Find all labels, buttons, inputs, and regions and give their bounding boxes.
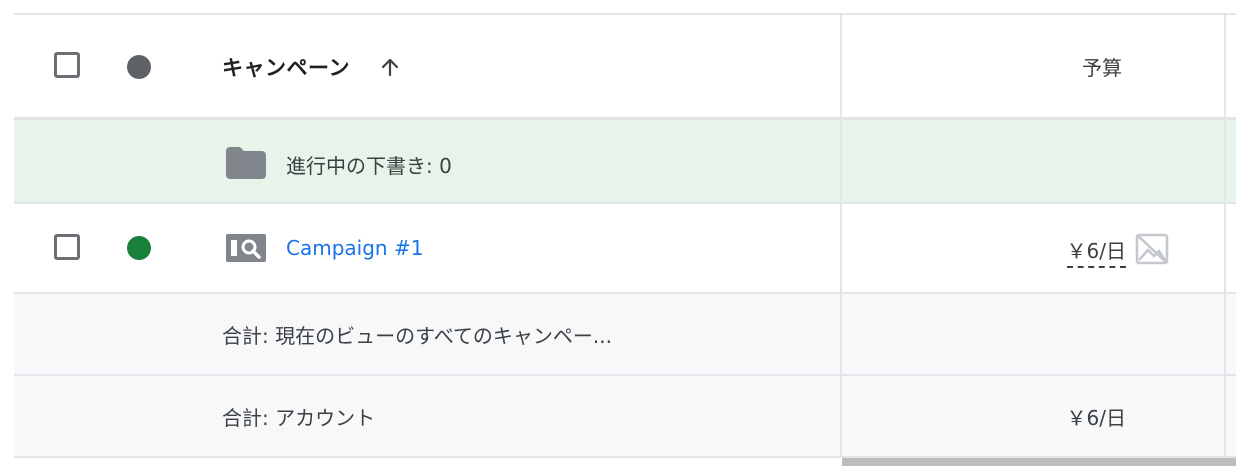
column-divider[interactable] <box>1224 15 1226 458</box>
campaign-column-header[interactable]: キャンペーン <box>222 52 350 82</box>
drafts-label[interactable]: 進行中の下書き: 0 <box>286 150 452 179</box>
total-account-label: 合計: アカウント <box>222 406 376 430</box>
campaigns-table: キャンペーン 予算 進行中の下書き: 0 Campaign #1 ￥6/日 合計… <box>0 0 1236 466</box>
search-campaign-icon <box>226 234 266 262</box>
campaign-row-checkbox[interactable] <box>54 234 80 260</box>
total-account-row <box>14 376 1236 458</box>
table-row <box>14 204 1236 294</box>
campaign-name-link[interactable]: Campaign #1 <box>286 236 423 260</box>
status-enabled-icon[interactable] <box>127 236 151 260</box>
total-view-row <box>14 294 1236 376</box>
campaign-budget-value[interactable]: ￥6/日 <box>1066 235 1126 268</box>
drafts-row[interactable] <box>14 120 1236 204</box>
column-divider[interactable] <box>840 15 842 458</box>
table-top-strip <box>14 0 1236 15</box>
table-left-edge <box>0 0 14 466</box>
horizontal-scrollbar[interactable] <box>842 458 1236 466</box>
arrow-up-icon[interactable] <box>378 55 402 79</box>
no-image-icon[interactable] <box>1134 232 1170 266</box>
total-view-label: 合計: 現在のビューのすべてのキャンペー... <box>222 324 612 348</box>
budget-column-header[interactable]: 予算 <box>1082 52 1122 81</box>
folder-icon <box>226 147 266 179</box>
total-account-budget: ￥6/日 <box>1066 406 1126 430</box>
status-header-icon[interactable] <box>127 55 151 79</box>
select-all-checkbox[interactable] <box>54 52 80 78</box>
table-header-row <box>14 15 1236 120</box>
